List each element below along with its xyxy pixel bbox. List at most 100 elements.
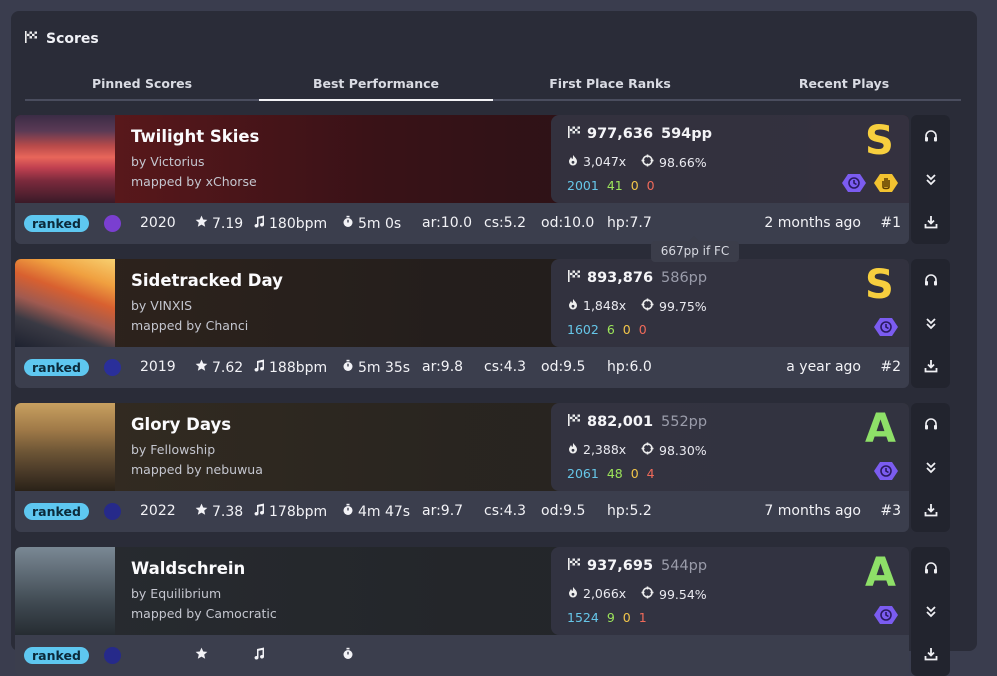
miss-count: 4 — [646, 466, 655, 481]
beatmap-cover-image — [15, 403, 115, 491]
hit-great-count: 2001 — [567, 178, 599, 193]
score-card-main: Twilight Skies by Victorius mapped by xC… — [15, 115, 909, 244]
score-value-group: 893,876 — [567, 269, 653, 287]
max-combo: 3,047x — [567, 154, 626, 169]
bpm-value: 188bpm — [269, 359, 328, 376]
tab-pinned-scores[interactable]: Pinned Scores — [25, 73, 259, 99]
music-note-icon — [253, 215, 265, 232]
preview-button[interactable] — [911, 267, 950, 295]
score-stats: 977,636 594pp 3,047x 98.66% 2001 41 0 0 — [551, 115, 909, 203]
mods-list — [841, 173, 899, 193]
accuracy: 98.66% — [641, 154, 707, 170]
stopwatch-icon — [342, 503, 354, 520]
download-button[interactable] — [911, 209, 950, 237]
tab-recent-plays[interactable]: Recent Plays — [727, 73, 961, 99]
pp-value[interactable]: 552pp — [661, 414, 707, 430]
expand-button[interactable] — [911, 310, 950, 338]
beatmap-cover-image — [15, 547, 115, 635]
difficulty-color-dot — [104, 215, 121, 232]
headphones-icon — [924, 128, 938, 147]
tab-first-place-ranks[interactable]: First Place Ranks — [493, 73, 727, 99]
hit-counts: 1602 6 0 0 — [567, 322, 647, 337]
score-tabs: Pinned Scores Best Performance First Pla… — [25, 73, 961, 101]
hidden-icon — [873, 173, 899, 193]
pp-if-fc-tooltip: 667pp if FC — [651, 236, 739, 262]
score-stats: 882,001 552pp 2,388x 98.30% 2061 48 0 4 — [551, 403, 909, 491]
pp-value[interactable]: 586pp — [661, 270, 707, 286]
accuracy-value: 99.75% — [659, 298, 707, 314]
beatmap-mapper[interactable]: mapped by nebuwua — [131, 462, 263, 477]
rank-grade: S — [865, 262, 894, 308]
preview-button[interactable] — [911, 555, 950, 583]
hit-counts: 2061 48 0 4 — [567, 466, 655, 481]
accuracy: 99.75% — [641, 298, 707, 314]
star-rating-value: 7.19 — [212, 215, 244, 232]
double-chevron-down-icon — [924, 603, 938, 622]
hit-meh-count: 0 — [630, 178, 639, 193]
accuracy: 99.54% — [641, 586, 707, 602]
expand-button[interactable] — [911, 166, 950, 194]
max-combo: 2,066x — [567, 586, 626, 601]
miss-count: 0 — [638, 322, 647, 337]
max-combo: 1,848x — [567, 298, 626, 313]
approach-rate: ar:9.7 — [422, 503, 464, 519]
beatmap-artist: by Fellowship — [131, 442, 216, 457]
hit-ok-count: 9 — [606, 610, 615, 625]
hp-drain: hp:5.2 — [607, 503, 652, 519]
beatmap-mapper[interactable]: mapped by xChorse — [131, 174, 257, 189]
nightcore-icon — [873, 317, 899, 337]
score-card[interactable]: Glory Days by Fellowship mapped by nebuw… — [15, 403, 950, 532]
beatmap-info-bar: ranked 2020 7.19 180bpm 5m 0s ar:10.0 cs… — [15, 203, 909, 244]
double-chevron-down-icon — [924, 171, 938, 190]
expand-button[interactable] — [911, 598, 950, 626]
score-card[interactable]: Sidetracked Day by VINXIS mapped by Chan… — [15, 259, 950, 388]
length-value: 5m 35s — [358, 359, 411, 376]
download-button[interactable] — [911, 641, 950, 669]
nightcore-icon — [873, 461, 899, 481]
beatmap-title[interactable]: Waldschrein — [131, 559, 245, 578]
score-card-main: Glory Days by Fellowship mapped by nebuw… — [15, 403, 909, 532]
difficulty-color-dot — [104, 359, 121, 376]
difficulty-color-dot — [104, 503, 121, 520]
beatmap-title[interactable]: Sidetracked Day — [131, 271, 283, 290]
expand-button[interactable] — [911, 454, 950, 482]
beatmap-artist: by VINXIS — [131, 298, 193, 313]
panel-title: Scores — [46, 31, 99, 47]
download-button[interactable] — [911, 353, 950, 381]
tab-best-performance[interactable]: Best Performance — [259, 73, 493, 101]
beatmap-mapper[interactable]: mapped by Chanci — [131, 318, 248, 333]
bpm-value: 180bpm — [269, 215, 328, 232]
download-icon — [924, 214, 938, 233]
preview-button[interactable] — [911, 123, 950, 151]
download-button[interactable] — [911, 497, 950, 525]
score-card[interactable]: Waldschrein by Equilibrium mapped by Cam… — [15, 547, 950, 676]
star-rating-value: 7.38 — [212, 503, 244, 520]
score-card-main: Waldschrein by Equilibrium mapped by Cam… — [15, 547, 909, 676]
score-actions — [911, 403, 950, 532]
play-time-ago: a year ago — [786, 359, 861, 375]
star-rating-value: 7.62 — [212, 359, 244, 376]
mods-list — [873, 461, 899, 481]
fire-icon — [567, 154, 579, 169]
hit-great-count: 2061 — [567, 466, 599, 481]
beatmap-title[interactable]: Glory Days — [131, 415, 231, 434]
star-rating — [195, 647, 212, 664]
download-icon — [924, 358, 938, 377]
score-value-group: 937,695 — [567, 557, 653, 575]
play-time-ago: 7 months ago — [764, 503, 861, 519]
music-note-icon — [253, 359, 265, 376]
pp-value[interactable]: 594pp — [661, 126, 712, 142]
beatmap-mapper[interactable]: mapped by Camocratic — [131, 606, 277, 621]
download-icon — [924, 502, 938, 521]
star-icon — [195, 503, 208, 520]
pp-value[interactable]: 544pp — [661, 558, 707, 574]
beatmap-title[interactable]: Twilight Skies — [131, 127, 259, 146]
hit-great-count: 1524 — [567, 610, 599, 625]
score-actions — [911, 115, 950, 244]
double-chevron-down-icon — [924, 459, 938, 478]
score-actions — [911, 547, 950, 676]
score-card[interactable]: Twilight Skies by Victorius mapped by xC… — [15, 115, 950, 244]
approach-rate: ar:9.8 — [422, 359, 464, 375]
preview-button[interactable] — [911, 411, 950, 439]
star-rating: 7.62 — [195, 359, 243, 376]
